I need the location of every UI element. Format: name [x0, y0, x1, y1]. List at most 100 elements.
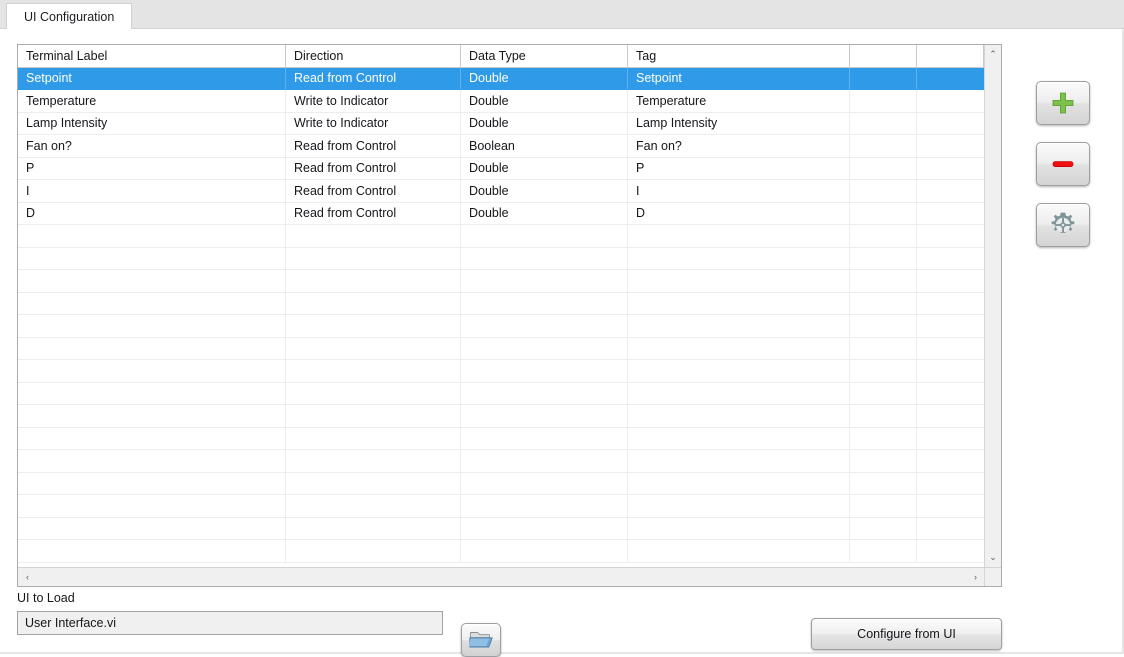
table-empty-cell[interactable] — [917, 495, 984, 517]
table-empty-cell[interactable] — [917, 540, 984, 562]
table-empty-cell[interactable] — [286, 292, 461, 314]
terminal-configuration-table[interactable]: Terminal Label Direction Data Type Tag Setpo… — [17, 44, 1002, 587]
table-empty-cell[interactable] — [461, 540, 628, 562]
table-cell-tag[interactable]: Fan on? — [628, 135, 850, 157]
table-empty-cell[interactable] — [628, 405, 850, 427]
table-cell-data-type[interactable]: Double — [461, 90, 628, 112]
table-empty-row[interactable] — [18, 337, 984, 360]
table-empty-cell[interactable] — [850, 427, 917, 449]
table-cell-extra2[interactable] — [917, 113, 984, 135]
table-empty-cell[interactable] — [461, 472, 628, 494]
table-empty-row[interactable] — [18, 472, 984, 495]
table-empty-cell[interactable] — [18, 495, 286, 517]
table-empty-row[interactable] — [18, 450, 984, 473]
table-cell-data-type[interactable]: Double — [461, 180, 628, 202]
table-empty-cell[interactable] — [286, 247, 461, 269]
table-empty-cell[interactable] — [461, 427, 628, 449]
table-empty-cell[interactable] — [18, 517, 286, 539]
configure-from-ui-button[interactable]: Configure from UI — [811, 618, 1002, 650]
table-cell-terminal-label[interactable]: Setpoint — [18, 67, 286, 89]
table-empty-cell[interactable] — [917, 473, 984, 495]
table-empty-cell[interactable] — [18, 315, 286, 337]
table-cell-extra2[interactable] — [917, 158, 984, 180]
table-empty-cell[interactable] — [461, 292, 628, 314]
table-cell-tag[interactable]: Lamp Intensity — [628, 112, 850, 134]
table-empty-cell[interactable] — [850, 292, 917, 314]
table-cell-extra1[interactable] — [850, 67, 917, 89]
table-empty-cell[interactable] — [850, 270, 917, 292]
table-cell-tag[interactable]: P — [628, 157, 850, 179]
table-empty-cell[interactable] — [628, 315, 850, 337]
table-empty-cell[interactable] — [461, 495, 628, 517]
table-horizontal-scrollbar[interactable]: ‹ › — [18, 567, 1001, 586]
table-empty-cell[interactable] — [917, 450, 984, 472]
table-cell-data-type[interactable]: Double — [461, 157, 628, 179]
table-empty-cell[interactable] — [286, 337, 461, 359]
table-empty-cell[interactable] — [628, 225, 850, 247]
table-empty-cell[interactable] — [850, 405, 917, 427]
table-empty-cell[interactable] — [850, 540, 917, 562]
table-cell-tag[interactable]: Temperature — [628, 90, 850, 112]
scroll-down-arrow-icon[interactable]: ⌄ — [985, 549, 1001, 566]
table-row[interactable]: D Read from Control Double D — [18, 202, 984, 225]
table-row[interactable]: Fan on? Read from Control Boolean Fan on? — [18, 135, 984, 158]
table-row[interactable]: Temperature Write to Indicator Double Tempe… — [18, 90, 984, 113]
table-cell-direction[interactable]: Read from Control — [286, 202, 461, 224]
table-cell-terminal-label[interactable]: Lamp Intensity — [18, 112, 286, 134]
table-cell-extra2[interactable] — [917, 90, 984, 112]
scroll-up-arrow-icon[interactable]: ⌃ — [985, 46, 1001, 63]
table-cell-tag[interactable]: I — [628, 180, 850, 202]
scroll-left-arrow-icon[interactable]: ‹ — [19, 568, 36, 586]
table-empty-cell[interactable] — [461, 450, 628, 472]
table-empty-cell[interactable] — [18, 540, 286, 562]
table-empty-cell[interactable] — [850, 315, 917, 337]
table-empty-cell[interactable] — [850, 337, 917, 359]
table-empty-row[interactable] — [18, 517, 984, 540]
configure-row-button[interactable] — [1036, 203, 1090, 247]
table-empty-cell[interactable] — [628, 337, 850, 359]
browse-file-button[interactable] — [461, 623, 501, 657]
table-empty-cell[interactable] — [917, 428, 984, 450]
table-empty-cell[interactable] — [917, 405, 984, 427]
table-empty-cell[interactable] — [850, 472, 917, 494]
table-empty-row[interactable] — [18, 382, 984, 405]
table-empty-cell[interactable] — [286, 270, 461, 292]
table-empty-cell[interactable] — [286, 315, 461, 337]
table-empty-cell[interactable] — [286, 540, 461, 562]
table-empty-cell[interactable] — [18, 382, 286, 404]
table-cell-extra1[interactable] — [850, 135, 917, 157]
table-empty-cell[interactable] — [286, 517, 461, 539]
table-empty-cell[interactable] — [18, 337, 286, 359]
table-empty-cell[interactable] — [628, 517, 850, 539]
table-cell-terminal-label[interactable]: Fan on? — [18, 135, 286, 157]
table-empty-cell[interactable] — [628, 270, 850, 292]
table-empty-cell[interactable] — [628, 472, 850, 494]
column-header-data-type[interactable]: Data Type — [461, 45, 628, 67]
table-empty-cell[interactable] — [18, 292, 286, 314]
table-empty-cell[interactable] — [18, 360, 286, 382]
table-row[interactable]: Setpoint Read from Control Double Setpoint — [18, 67, 984, 90]
table-empty-cell[interactable] — [917, 338, 984, 360]
table-cell-extra2[interactable] — [917, 180, 984, 202]
table-empty-cell[interactable] — [917, 248, 984, 270]
table-cell-data-type[interactable]: Boolean — [461, 135, 628, 157]
table-cell-direction[interactable]: Write to Indicator — [286, 90, 461, 112]
table-cell-extra2[interactable] — [917, 203, 984, 225]
column-header-direction[interactable]: Direction — [286, 45, 461, 67]
table-row[interactable]: P Read from Control Double P — [18, 157, 984, 180]
table-empty-row[interactable] — [18, 247, 984, 270]
table-empty-cell[interactable] — [18, 450, 286, 472]
table-cell-terminal-label[interactable]: P — [18, 157, 286, 179]
table-empty-row[interactable] — [18, 315, 984, 338]
table-cell-extra1[interactable] — [850, 90, 917, 112]
table-empty-cell[interactable] — [917, 225, 984, 247]
table-cell-data-type[interactable]: Double — [461, 67, 628, 89]
table-empty-cell[interactable] — [917, 315, 984, 337]
table-cell-terminal-label[interactable]: I — [18, 180, 286, 202]
table-empty-cell[interactable] — [461, 517, 628, 539]
table-empty-cell[interactable] — [18, 225, 286, 247]
table-empty-cell[interactable] — [628, 382, 850, 404]
table-empty-cell[interactable] — [917, 383, 984, 405]
table-empty-row[interactable] — [18, 495, 984, 518]
table-empty-cell[interactable] — [917, 270, 984, 292]
